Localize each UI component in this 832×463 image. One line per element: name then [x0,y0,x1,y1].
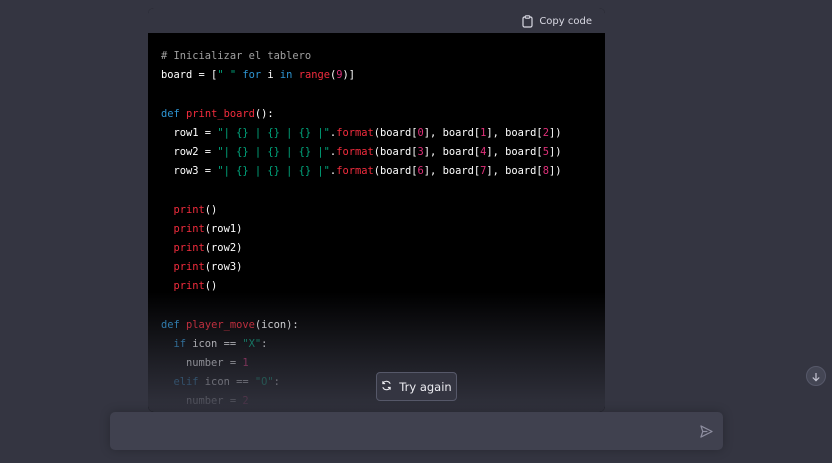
code-token: number = [161,395,243,408]
code-token: row2 = [161,145,218,158]
code-block: Copy code # Inicializar el tablero board … [148,8,605,412]
code-token: : [261,337,268,350]
code-token: def [161,107,180,120]
code-token: (row2) [204,241,243,254]
code-token: ]) [548,165,562,178]
code-token: format [336,126,374,139]
message-input[interactable] [122,422,686,444]
code-token: i [261,69,280,82]
code-token: icon == [186,337,243,350]
code-token: "| {} | {} | {} |" [217,145,330,158]
code-token: "X" [242,337,262,350]
code-token: "| {} | {} | {} |" [217,165,330,178]
code-line: def print_board(): [161,105,605,124]
code-line: print(row3) [161,258,605,277]
code-token: format [336,165,374,178]
code-line: def player_move(icon): [161,316,605,335]
code-line: print() [161,201,605,220]
code-token: player_move [186,318,255,331]
code-token: # Inicializar el tablero [161,50,312,62]
code-token: ], board[ [423,145,481,158]
code-block-header: Copy code [148,8,605,33]
code-token: print [173,280,205,293]
code-token: ], board[ [486,145,543,158]
code-token: : [273,376,280,389]
code-token: (board[ [373,165,418,178]
code-token: (): [254,107,274,120]
code-token: () [204,203,218,216]
clipboard-icon [522,14,533,28]
code-token: (board[ [373,126,418,139]
copy-code-label: Copy code [539,15,592,27]
try-again-button[interactable]: Try again [376,372,457,401]
send-icon [699,423,713,442]
code-token: print [173,222,205,235]
code-token: def [161,318,180,331]
copy-code-button[interactable]: Copy code [522,12,592,30]
code-token: format [336,145,374,158]
code-token: ], board[ [486,126,543,139]
code-token: ]) [548,126,562,139]
code-token: ], board[ [486,165,543,178]
code-token: () [204,280,218,293]
code-line: print(row1) [161,220,605,239]
code-line: print(row2) [161,239,605,258]
code-token: number = [161,357,243,369]
code-line: row1 = "| {} | {} | {} |".format(board[0… [161,124,605,143]
code-token: )] [342,69,356,82]
code-token: for [242,69,262,82]
refresh-icon [381,380,392,394]
code-token: ], board[ [423,126,481,139]
code-token: (row1) [204,222,243,235]
code-line: number = 1 [161,354,605,373]
code-line: row2 = "| {} | {} | {} |".format(board[3… [161,143,605,162]
code-token: in [279,69,293,82]
code-line: if icon == "X": [161,335,605,354]
code-token: (row3) [204,261,243,274]
code-token: "| {} | {} | {} |" [217,126,330,139]
code-token: "O" [254,376,274,389]
code-token: if [173,337,187,350]
code-content: # Inicializar el tablero board = [" " for… [148,33,605,412]
try-again-label: Try again [399,379,452,394]
code-token: range [298,69,330,82]
code-token: print [173,241,205,254]
code-line: row3 = "| {} | {} | {} |".format(board[6… [161,162,605,181]
code-token: board = [ [161,69,218,82]
code-token: ]) [548,145,562,158]
code-token: icon == [198,376,255,389]
code-token: ], board[ [423,165,481,178]
code-token: 2 [242,395,249,408]
code-token: 1 [242,357,249,369]
send-button[interactable] [697,423,715,441]
scroll-down-button[interactable] [806,366,826,386]
code-token: " " [217,69,237,82]
code-token: (icon): [254,318,299,331]
arrow-down-icon [811,367,821,386]
code-token: print [173,261,205,274]
code-line: print() [161,277,605,296]
code-token: elif [173,376,199,389]
code-token: print_board [186,107,255,120]
code-token: (board[ [373,145,418,158]
code-line: board = [" " for i in range(9)] [161,66,605,85]
code-token: print [173,203,205,216]
code-token: row1 = [161,126,218,139]
message-composer [110,412,723,450]
code-token: row3 = [161,165,218,178]
code-line: # Inicializar el tablero [161,47,605,66]
